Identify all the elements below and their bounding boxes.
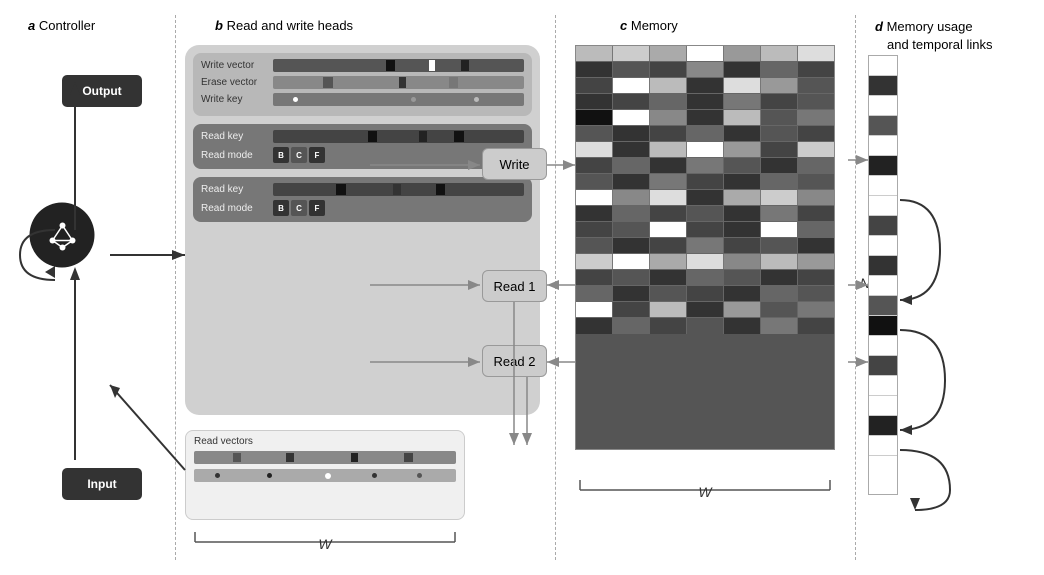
memory-row	[576, 142, 834, 158]
memory-row	[576, 190, 834, 206]
section-d-title: d Memory usage and temporal links	[875, 18, 993, 54]
memory-section: W N	[565, 45, 845, 505]
read-head-2-box: Read key Read mode B C F	[193, 177, 532, 222]
section-c-title: c Memory	[620, 18, 678, 33]
memory-w-bracket: W	[575, 475, 835, 500]
memory-row	[576, 174, 834, 190]
read1-action-box: Read 1	[482, 270, 547, 302]
memory-grid	[575, 45, 835, 450]
usage-bar	[868, 55, 898, 495]
write-vector-row: Write vector	[201, 59, 524, 72]
read-key-2-label: Read key	[201, 184, 273, 195]
memory-row	[576, 222, 834, 238]
erase-vector-bar	[273, 76, 524, 89]
w-bracket-rw: W	[185, 527, 465, 552]
read-mode-2-label: Read mode	[201, 203, 273, 214]
write-action-box: Write	[482, 148, 547, 180]
read-key-1-bar	[273, 130, 524, 143]
mode-btn-C-1[interactable]: C	[291, 147, 307, 163]
read2-action-box: Read 2	[482, 345, 547, 377]
memory-row	[576, 110, 834, 126]
erase-vector-row: Erase vector	[201, 76, 524, 89]
memory-row	[576, 238, 834, 254]
divider-bc	[555, 15, 556, 560]
controller-section: Output Input	[20, 15, 175, 560]
mode-btn-C-2[interactable]: C	[291, 200, 307, 216]
write-vector-bar	[273, 59, 524, 72]
svg-text:W: W	[698, 484, 713, 497]
mode-buttons-1: B C F	[273, 147, 325, 163]
write-key-label: Write key	[201, 94, 273, 105]
section-b-title: b Read and write heads	[215, 18, 353, 33]
mode-btn-B-2[interactable]: B	[273, 200, 289, 216]
output-box: Output	[62, 75, 142, 107]
divider-cd	[855, 15, 856, 560]
memory-row	[576, 286, 834, 302]
read-mode-2-row: Read mode B C F	[201, 200, 524, 216]
mode-btn-F-1[interactable]: F	[309, 147, 325, 163]
memory-row	[576, 158, 834, 174]
memory-row	[576, 270, 834, 286]
write-key-row: Write key	[201, 93, 524, 106]
write-key-bar	[273, 93, 524, 106]
read-vector-bar-1	[194, 451, 456, 464]
read-key-2-row: Read key	[201, 183, 524, 196]
divider-ab	[175, 15, 176, 560]
svg-text:W: W	[318, 536, 333, 549]
input-box: Input	[62, 468, 142, 500]
read-vectors-box: Read vectors	[185, 430, 465, 520]
read-key-1-label: Read key	[201, 131, 273, 142]
read-vectors-label: Read vectors	[194, 436, 456, 447]
memory-row	[576, 126, 834, 142]
write-vector-label: Write vector	[201, 60, 273, 71]
erase-vector-label: Erase vector	[201, 77, 273, 88]
memory-row	[576, 78, 834, 94]
memory-row	[576, 62, 834, 78]
mode-buttons-2: B C F	[273, 200, 325, 216]
memory-row	[576, 206, 834, 222]
write-head-box: Write vector Erase vector Write key	[193, 53, 532, 116]
read-vector-bar-2	[194, 469, 456, 482]
mode-btn-F-2[interactable]: F	[309, 200, 325, 216]
memory-row	[576, 302, 834, 318]
controller-circle	[30, 203, 95, 268]
memory-row	[576, 46, 834, 62]
read-key-1-row: Read key	[201, 130, 524, 143]
read-mode-1-row: Read mode B C F	[201, 147, 524, 163]
mode-btn-B-1[interactable]: B	[273, 147, 289, 163]
memory-row	[576, 318, 834, 334]
read-mode-1-label: Read mode	[201, 150, 273, 161]
read-key-2-bar	[273, 183, 524, 196]
memory-row	[576, 94, 834, 110]
memory-row	[576, 254, 834, 270]
